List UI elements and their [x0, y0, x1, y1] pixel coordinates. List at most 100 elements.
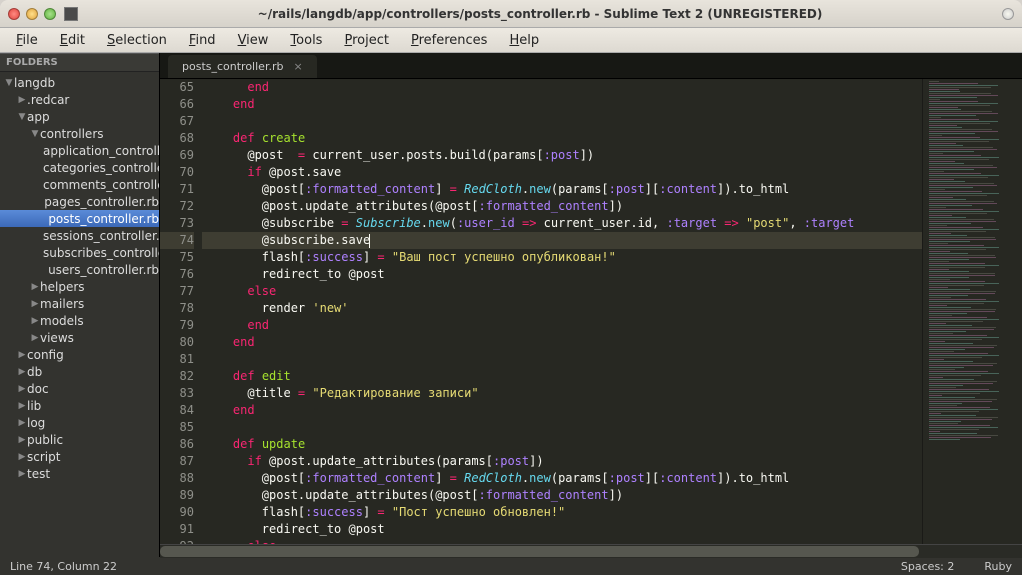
- tree-item-label: lib: [27, 399, 41, 413]
- tree-item[interactable]: models: [0, 312, 159, 329]
- menu-selection[interactable]: Selection: [97, 30, 177, 51]
- window-title: ~/rails/langdb/app/controllers/posts_con…: [78, 7, 1002, 21]
- line-gutter: 6566676869707172737475767778798081828384…: [160, 79, 202, 544]
- folder-twisty-icon[interactable]: [17, 435, 27, 445]
- tree-item-label: views: [40, 331, 74, 345]
- maximize-window-button[interactable]: [44, 8, 56, 20]
- menu-file[interactable]: File: [6, 30, 48, 51]
- folder-twisty-icon[interactable]: [4, 78, 14, 88]
- window-titlebar: ~/rails/langdb/app/controllers/posts_con…: [0, 0, 1022, 28]
- tree-item-label: .redcar: [27, 93, 69, 107]
- folder-twisty-icon[interactable]: [17, 350, 27, 360]
- tree-item[interactable]: log: [0, 414, 159, 431]
- tree-item[interactable]: doc: [0, 380, 159, 397]
- minimap[interactable]: [922, 79, 1022, 544]
- folder-twisty-icon[interactable]: [30, 316, 40, 326]
- tree-item[interactable]: categories_controller.rb: [0, 159, 159, 176]
- menu-preferences[interactable]: Preferences: [401, 30, 497, 51]
- folder-twisty-icon[interactable]: [17, 95, 27, 105]
- tree-item[interactable]: test: [0, 465, 159, 482]
- status-bar: Line 74, Column 22 Spaces: 2 Ruby: [0, 557, 1022, 575]
- folder-twisty-icon[interactable]: [17, 112, 27, 122]
- tree-item-label: config: [27, 348, 64, 362]
- status-spaces[interactable]: Spaces: 2: [901, 560, 954, 573]
- tab-posts-controller[interactable]: posts_controller.rb ×: [168, 55, 317, 78]
- menu-view[interactable]: View: [228, 30, 279, 51]
- scrollbar-thumb[interactable]: [160, 546, 919, 557]
- menu-edit[interactable]: Edit: [50, 30, 95, 51]
- tab-bar: posts_controller.rb ×: [160, 53, 1022, 79]
- tree-item[interactable]: comments_controller.rb: [0, 176, 159, 193]
- tree-item[interactable]: helpers: [0, 278, 159, 295]
- tree-item-label: public: [27, 433, 63, 447]
- menu-help[interactable]: Help: [499, 30, 549, 51]
- folder-twisty-icon[interactable]: [17, 367, 27, 377]
- editor-pane: posts_controller.rb × 656667686970717273…: [160, 53, 1022, 557]
- tree-item-label: helpers: [40, 280, 85, 294]
- tree-item-label: doc: [27, 382, 49, 396]
- tree-item[interactable]: public: [0, 431, 159, 448]
- minimize-window-button[interactable]: [26, 8, 38, 20]
- tree-item[interactable]: pages_controller.rb: [0, 193, 159, 210]
- window-controls: [8, 8, 56, 20]
- folder-twisty-icon[interactable]: [17, 384, 27, 394]
- code-editor[interactable]: 6566676869707172737475767778798081828384…: [160, 79, 1022, 544]
- folder-tree[interactable]: langdb .redcar app controllers application_c…: [0, 72, 159, 557]
- menu-tools[interactable]: Tools: [280, 30, 332, 51]
- tree-item-label: test: [27, 467, 50, 481]
- tree-item-label: controllers: [40, 127, 104, 141]
- folder-twisty-icon[interactable]: [30, 129, 40, 139]
- tab-label: posts_controller.rb: [182, 60, 283, 73]
- status-language[interactable]: Ruby: [984, 560, 1012, 573]
- menu-find[interactable]: Find: [179, 30, 226, 51]
- tree-item[interactable]: mailers: [0, 295, 159, 312]
- tree-item-label: application_controller.rb: [43, 144, 159, 158]
- folder-twisty-icon[interactable]: [17, 452, 27, 462]
- folder-twisty-icon[interactable]: [17, 469, 27, 479]
- sidebar-header: FOLDERS: [0, 53, 159, 72]
- close-window-button[interactable]: [8, 8, 20, 20]
- tree-item-label: comments_controller.rb: [43, 178, 159, 192]
- tab-close-icon[interactable]: ×: [293, 60, 302, 73]
- menu-project[interactable]: Project: [334, 30, 399, 51]
- tree-item-label: sessions_controller.rb: [43, 229, 159, 243]
- tree-item[interactable]: application_controller.rb: [0, 142, 159, 159]
- tree-item-label: models: [40, 314, 84, 328]
- tree-item[interactable]: app: [0, 108, 159, 125]
- tree-item-label: posts_controller.rb: [48, 212, 159, 226]
- folder-twisty-icon[interactable]: [30, 333, 40, 343]
- folder-twisty-icon[interactable]: [17, 418, 27, 428]
- tree-item-label: users_controller.rb: [48, 263, 159, 277]
- tree-item[interactable]: config: [0, 346, 159, 363]
- tree-item[interactable]: controllers: [0, 125, 159, 142]
- window-right-button[interactable]: [1002, 8, 1014, 20]
- tree-item-label: langdb: [14, 76, 55, 90]
- menu-bar: FileEditSelectionFindViewToolsProjectPre…: [0, 28, 1022, 53]
- tree-item-label: pages_controller.rb: [44, 195, 159, 209]
- folder-twisty-icon[interactable]: [17, 401, 27, 411]
- tree-item-label: categories_controller.rb: [43, 161, 159, 175]
- folder-twisty-icon[interactable]: [30, 299, 40, 309]
- tree-item[interactable]: posts_controller.rb: [0, 210, 159, 227]
- tree-item-label: mailers: [40, 297, 84, 311]
- tree-item[interactable]: subscribes_controller.rb: [0, 244, 159, 261]
- app-icon: [64, 7, 78, 21]
- tree-item[interactable]: lib: [0, 397, 159, 414]
- tree-item[interactable]: .redcar: [0, 91, 159, 108]
- tree-item[interactable]: views: [0, 329, 159, 346]
- tree-item[interactable]: sessions_controller.rb: [0, 227, 159, 244]
- tree-item[interactable]: langdb: [0, 74, 159, 91]
- tree-item-label: db: [27, 365, 42, 379]
- code-content[interactable]: end end def create @post = current_user.…: [202, 79, 922, 544]
- tree-item[interactable]: db: [0, 363, 159, 380]
- tree-item-label: app: [27, 110, 50, 124]
- sidebar: FOLDERS langdb .redcar app controllers appli…: [0, 53, 160, 557]
- status-position: Line 74, Column 22: [10, 560, 117, 573]
- tree-item[interactable]: users_controller.rb: [0, 261, 159, 278]
- tree-item-label: subscribes_controller.rb: [43, 246, 159, 260]
- tree-item-label: log: [27, 416, 45, 430]
- folder-twisty-icon[interactable]: [30, 282, 40, 292]
- tree-item[interactable]: script: [0, 448, 159, 465]
- horizontal-scrollbar[interactable]: [160, 544, 1022, 557]
- tree-item-label: script: [27, 450, 60, 464]
